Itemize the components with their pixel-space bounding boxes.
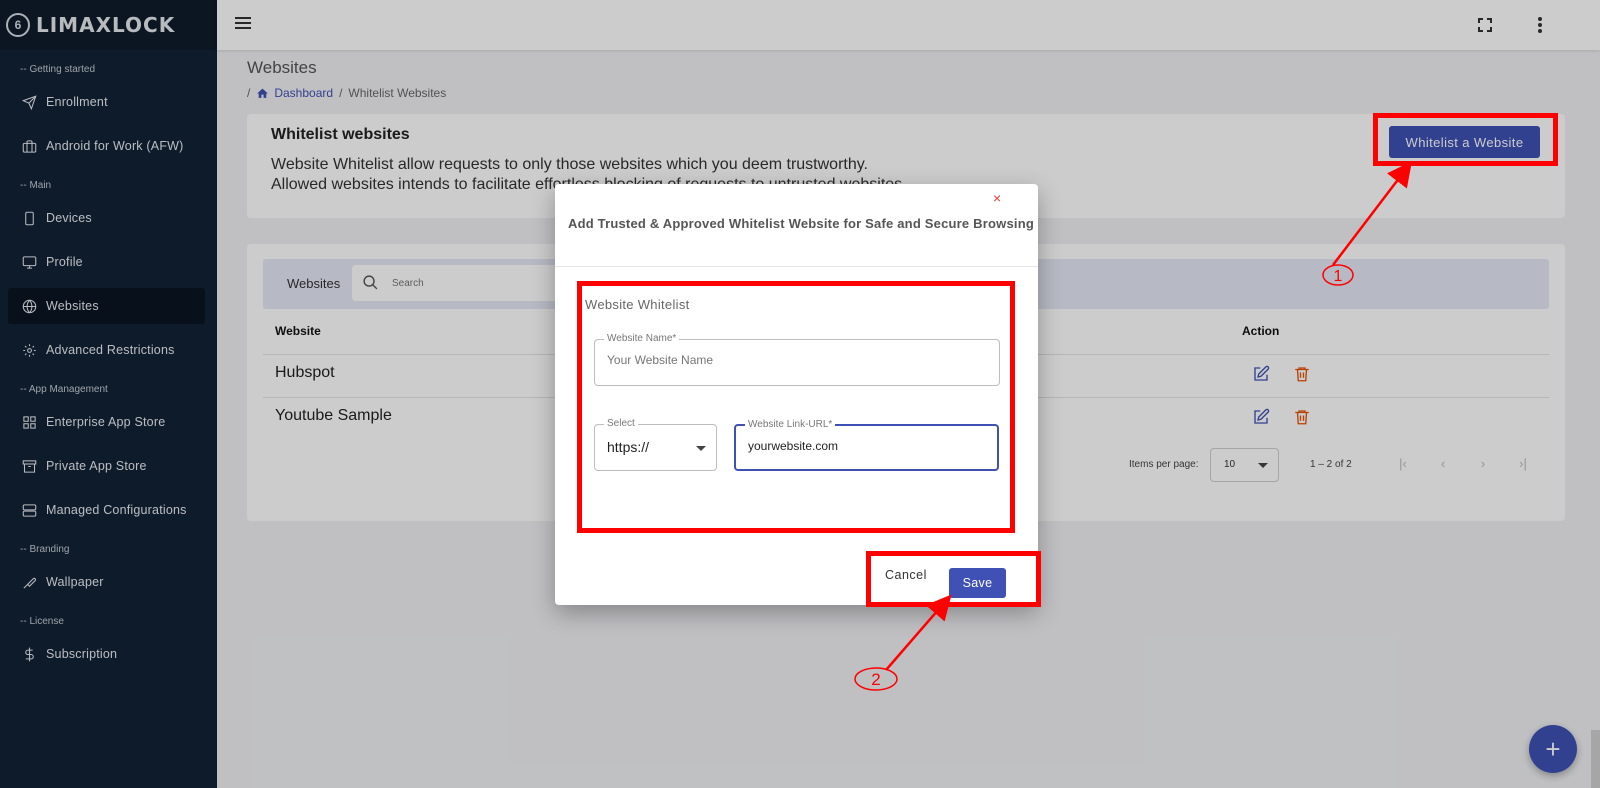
annotation-box-step2	[866, 551, 1041, 607]
close-icon[interactable]: ×	[993, 190, 1001, 206]
dialog-title: Add Trusted & Approved Whitelist Website…	[568, 216, 1034, 231]
divider	[555, 266, 1038, 267]
annotation-box-form	[577, 281, 1015, 533]
annotation-box-step1	[1373, 113, 1558, 166]
